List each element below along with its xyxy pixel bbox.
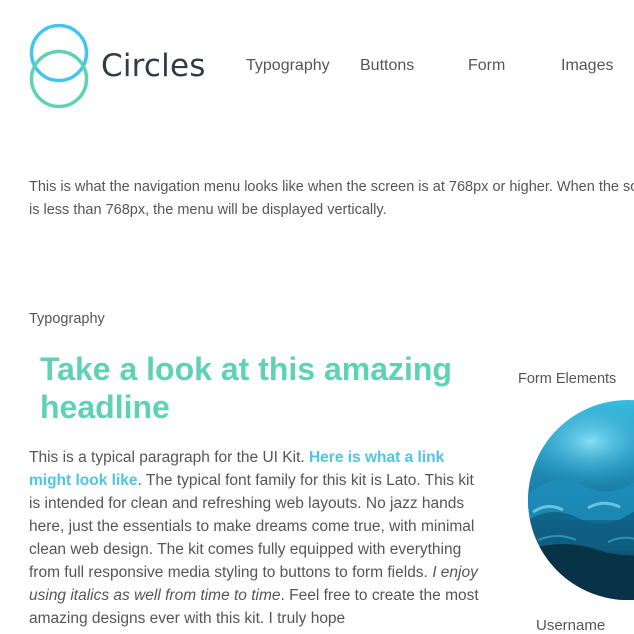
- username-label: Username: [536, 617, 606, 634]
- intro-line-2: is less than 768px, the menu will be dis…: [29, 202, 387, 218]
- paragraph-text-1: This is a typical paragraph for the UI K…: [29, 449, 309, 466]
- page: Circles Typography Buttons Form Images T…: [0, 0, 634, 634]
- logo-link[interactable]: Circles: [28, 24, 205, 110]
- nav-item-form[interactable]: Form: [468, 57, 505, 75]
- logo-text: Circles: [101, 48, 206, 84]
- nav-item-typography[interactable]: Typography: [246, 57, 330, 75]
- typography-paragraph: This is a typical paragraph for the UI K…: [29, 446, 484, 630]
- intro-text: This is what the navigation menu looks l…: [29, 176, 634, 222]
- circles-logo-icon: [29, 24, 89, 109]
- headline: Take a look at this amazing headline: [40, 351, 452, 425]
- form-section-label: Form Elements: [518, 371, 617, 387]
- nav-item-images[interactable]: Images: [561, 57, 613, 75]
- nav-item-buttons[interactable]: Buttons: [360, 57, 414, 75]
- ocean-wave-image: [528, 400, 634, 600]
- typography-section-label: Typography: [29, 311, 105, 327]
- intro-line-1: This is what the navigation menu looks l…: [29, 179, 634, 195]
